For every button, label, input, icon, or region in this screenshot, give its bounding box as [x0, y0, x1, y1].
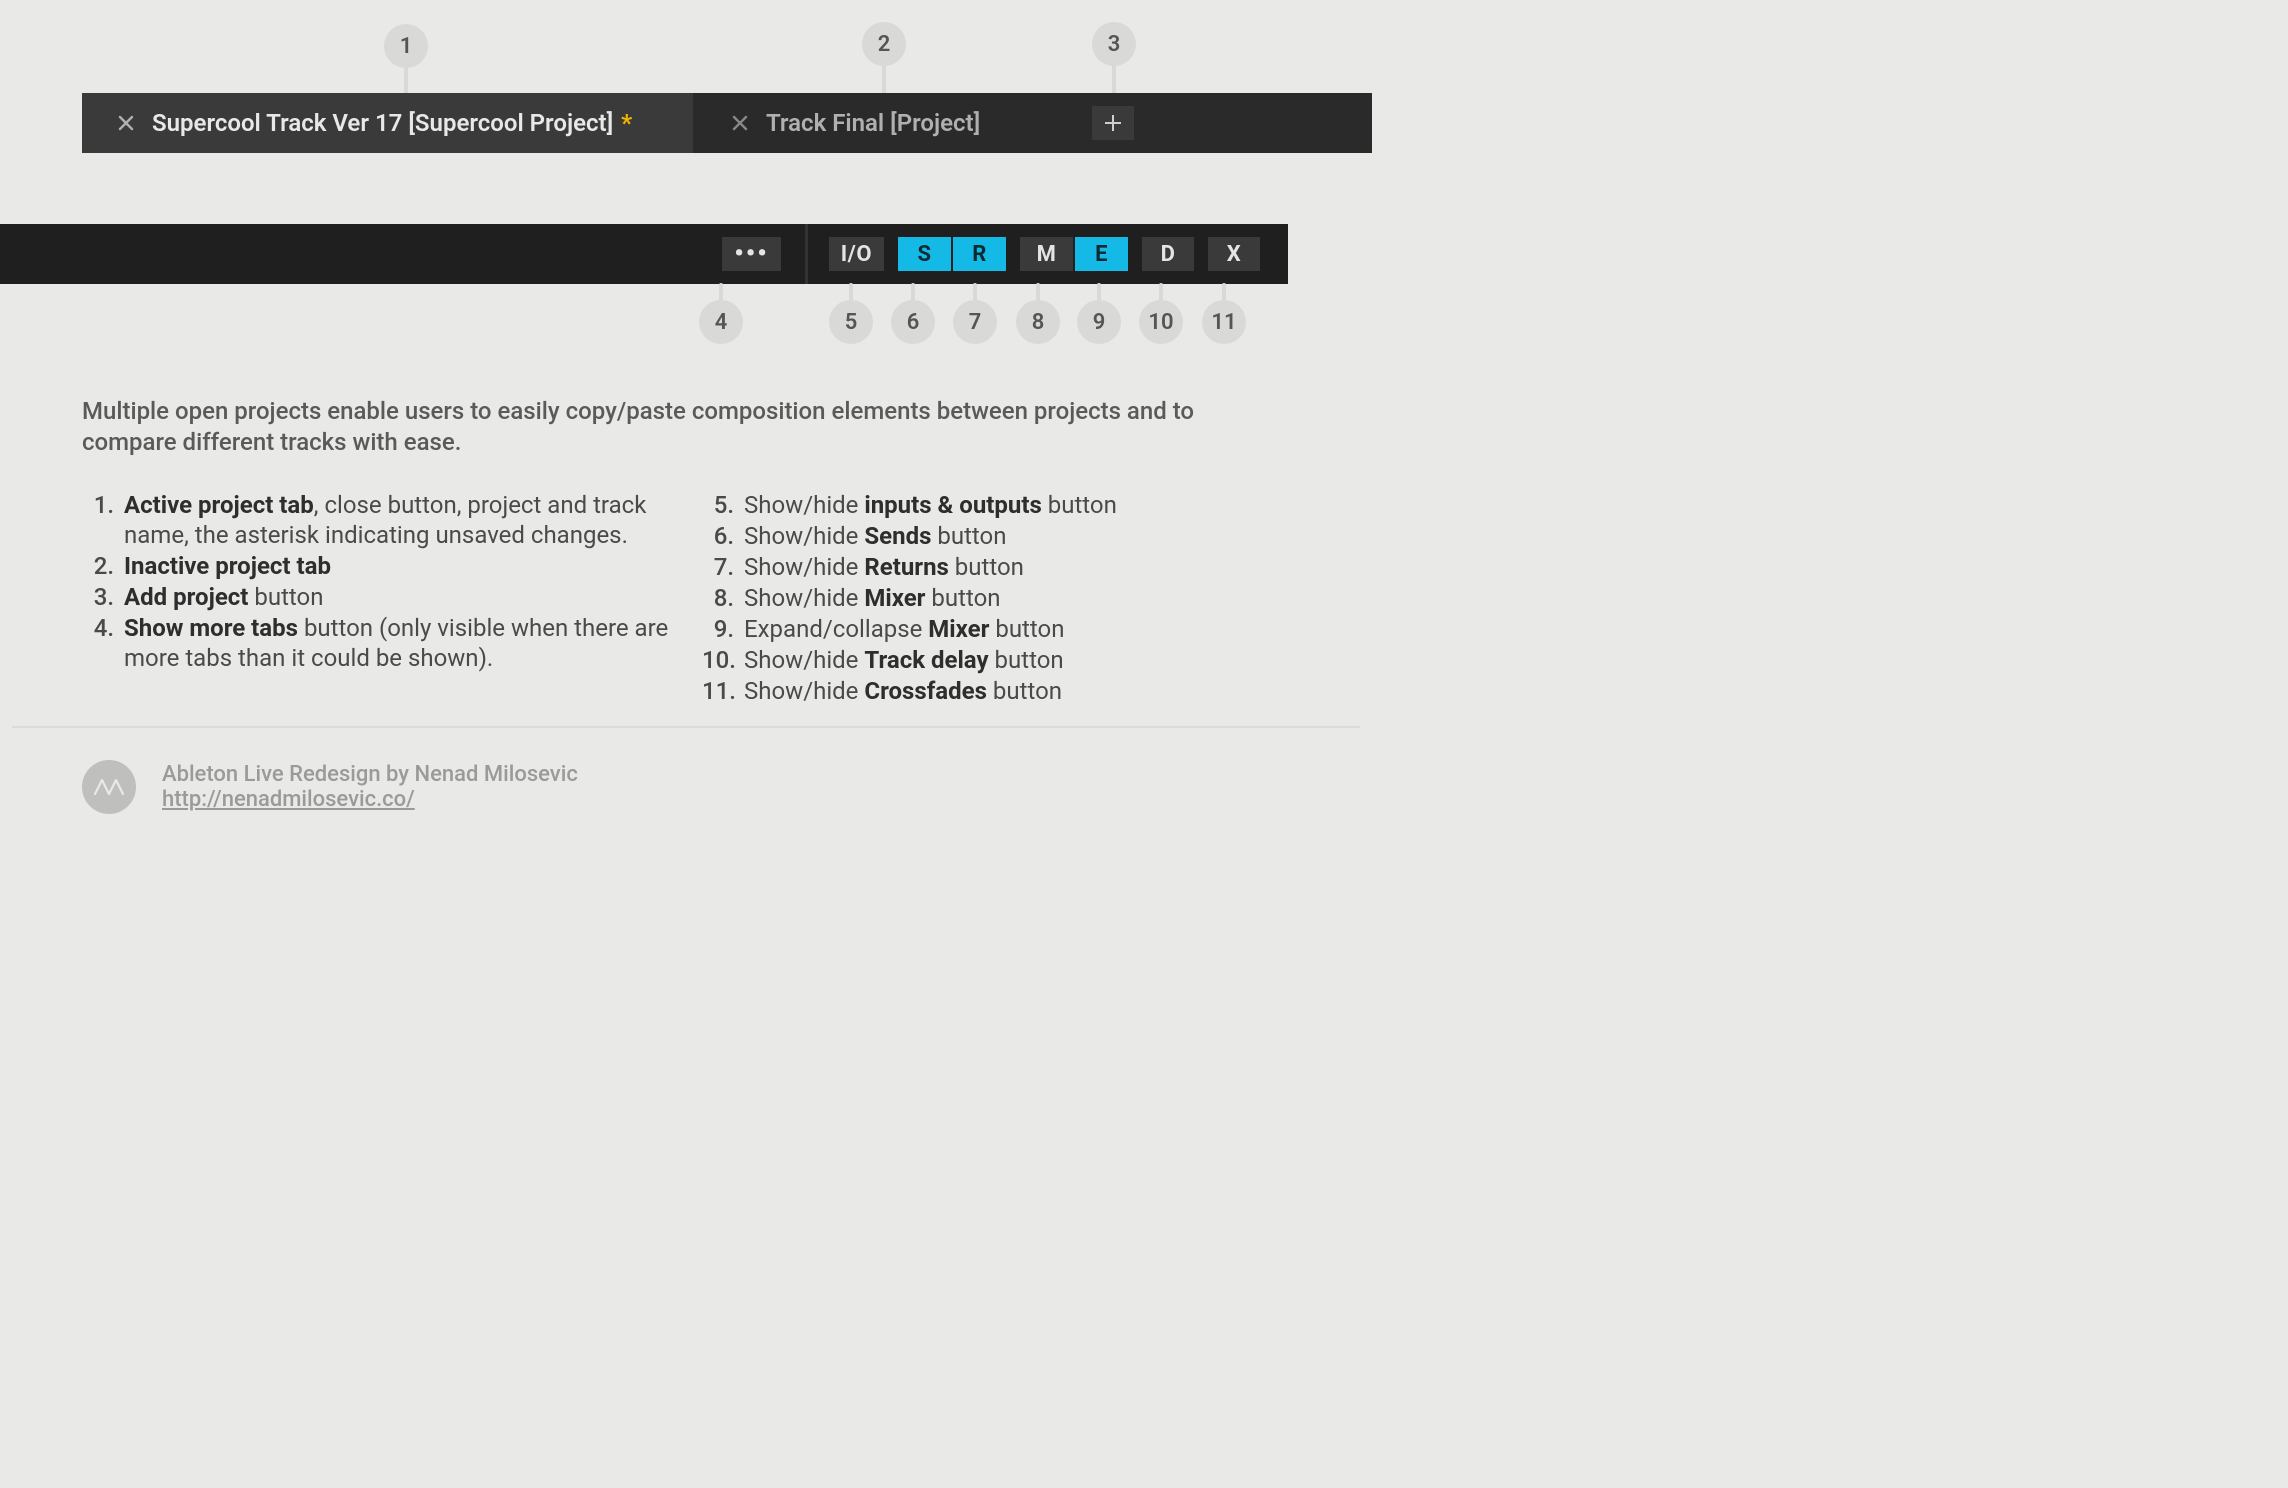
legend-number: 11. — [702, 676, 734, 706]
sends-returns-group: S R — [898, 237, 1006, 271]
legend-item: 9. Expand/collapse Mixer button — [702, 614, 1282, 644]
mixer-group: M E — [1020, 237, 1128, 271]
legend-number: 5. — [702, 490, 734, 520]
project-tab-bar: Supercool Track Ver 17 [Supercool Projec… — [82, 93, 1372, 153]
legend-text: Show more tabs button (only visible when… — [124, 613, 702, 673]
annotation-marker-11: 11 — [1202, 300, 1246, 344]
close-icon[interactable] — [730, 113, 750, 133]
project-tab-title: Track Final [Project] — [766, 109, 980, 137]
toolbar-separator — [805, 224, 809, 284]
legend-text: Add project button — [124, 582, 702, 612]
legend: 1.Active project tab, close button, proj… — [82, 490, 1282, 707]
legend-text: Inactive project tab — [124, 551, 702, 581]
annotation-marker-4: 4 — [699, 300, 743, 344]
add-project-button[interactable] — [1092, 106, 1134, 140]
project-tab-title: Supercool Track Ver 17 [Supercool Projec… — [152, 109, 613, 137]
legend-text: Show/hide Mixer button — [744, 583, 1282, 613]
legend-item: 7. Show/hide Returns button — [702, 552, 1282, 582]
legend-text: Show/hide Returns button — [744, 552, 1282, 582]
legend-item: 6. Show/hide Sends button — [702, 521, 1282, 551]
legend-number: 4. — [82, 613, 114, 673]
footer-link[interactable]: http://nenadmilosevic.co/ — [162, 787, 415, 812]
annotation-stem — [882, 64, 886, 96]
annotation-marker-7: 7 — [953, 300, 997, 344]
legend-item: 10. Show/hide Track delay button — [702, 645, 1282, 675]
close-icon[interactable] — [116, 113, 136, 133]
legend-number: 1. — [82, 490, 114, 550]
annotation-marker-6: 6 — [891, 300, 935, 344]
legend-text: Show/hide inputs & outputs button — [744, 490, 1282, 520]
unsaved-indicator: * — [621, 109, 632, 137]
view-toolbar: ••• I/O S R M E D X — [0, 224, 1288, 284]
author-logo — [82, 760, 136, 814]
legend-item: 1.Active project tab, close button, proj… — [82, 490, 702, 550]
legend-number: 7. — [702, 552, 734, 582]
legend-number: 9. — [702, 614, 734, 644]
mixer-expand-toggle-button[interactable]: E — [1075, 237, 1128, 271]
annotation-marker-1: 1 — [384, 24, 428, 68]
annotation-marker-8: 8 — [1016, 300, 1060, 344]
track-delay-toggle-button[interactable]: D — [1142, 237, 1194, 271]
show-more-tabs-button[interactable]: ••• — [722, 237, 780, 271]
annotation-marker-5: 5 — [829, 300, 873, 344]
footer-credit: Ableton Live Redesign by Nenad Milosevic — [162, 762, 578, 787]
footer: Ableton Live Redesign by Nenad Milosevic… — [82, 760, 578, 814]
legend-item: 5. Show/hide inputs & outputs button — [702, 490, 1282, 520]
legend-number: 8. — [702, 583, 734, 613]
returns-toggle-button[interactable]: R — [953, 237, 1006, 271]
legend-item: 8. Show/hide Mixer button — [702, 583, 1282, 613]
annotation-marker-9: 9 — [1077, 300, 1121, 344]
legend-text: Show/hide Crossfades button — [744, 676, 1282, 706]
project-tab-active[interactable]: Supercool Track Ver 17 [Supercool Projec… — [82, 93, 696, 153]
legend-item: 11. Show/hide Crossfades button — [702, 676, 1282, 706]
legend-number: 3. — [82, 582, 114, 612]
legend-number: 10. — [702, 645, 734, 675]
separator-rule — [12, 726, 1360, 728]
legend-number: 2. — [82, 551, 114, 581]
plus-icon — [1104, 114, 1122, 132]
legend-item: 2. Inactive project tab — [82, 551, 702, 581]
annotation-marker-3: 3 — [1092, 22, 1136, 66]
description-text: Multiple open projects enable users to e… — [82, 396, 1282, 458]
mixer-toggle-button[interactable]: M — [1020, 237, 1073, 271]
legend-text: Show/hide Sends button — [744, 521, 1282, 551]
legend-number: 6. — [702, 521, 734, 551]
legend-text: Active project tab, close button, projec… — [124, 490, 702, 550]
legend-text: Show/hide Track delay button — [744, 645, 1282, 675]
crossfades-toggle-button[interactable]: X — [1208, 237, 1260, 271]
project-tab-inactive[interactable]: Track Final [Project] — [696, 93, 1052, 153]
annotation-stem — [404, 66, 408, 96]
legend-item: 4.Show more tabs button (only visible wh… — [82, 613, 702, 673]
add-project-area — [1052, 93, 1154, 153]
annotation-marker-2: 2 — [862, 22, 906, 66]
sends-toggle-button[interactable]: S — [898, 237, 951, 271]
io-toggle-button[interactable]: I/O — [829, 237, 884, 271]
annotation-marker-10: 10 — [1139, 300, 1183, 344]
legend-item: 3. Add project button — [82, 582, 702, 612]
legend-text: Expand/collapse Mixer button — [744, 614, 1282, 644]
